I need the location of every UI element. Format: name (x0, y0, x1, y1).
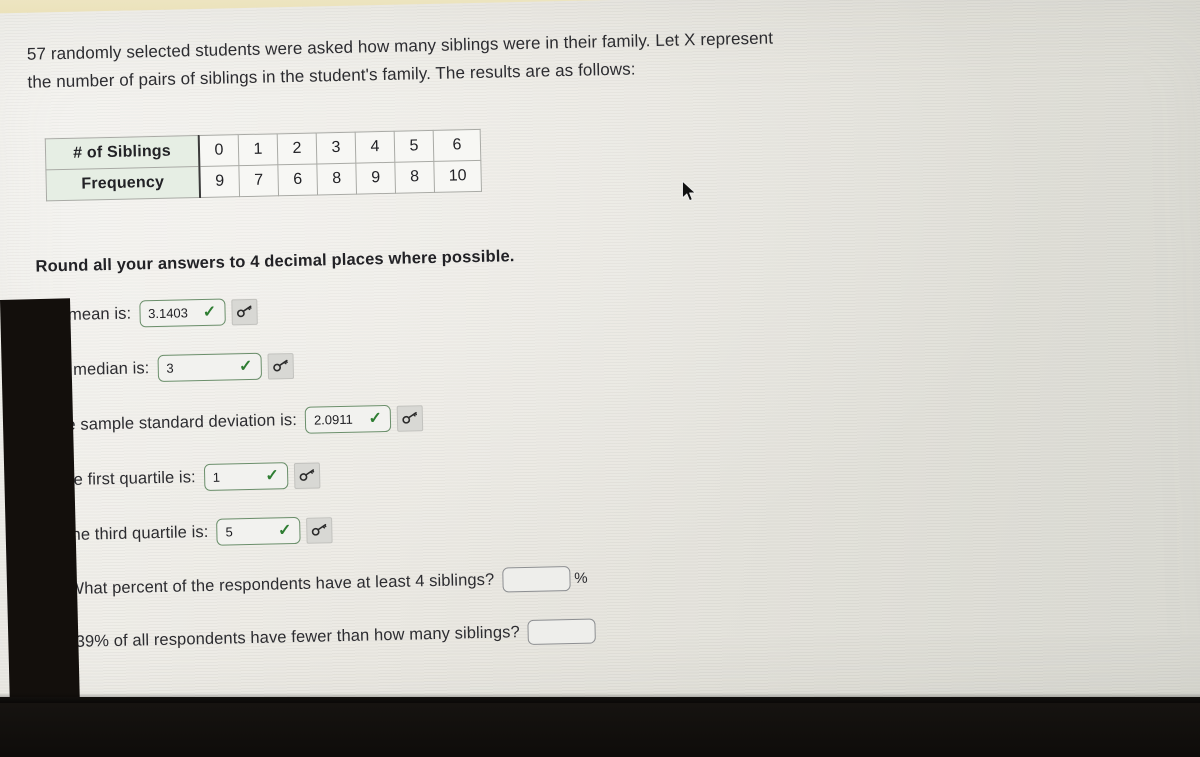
table-cell-siblings-4: 4 (355, 131, 395, 164)
input-first-quartile-value: 1 (212, 469, 221, 485)
input-mean-value: 3.1403 (147, 305, 189, 322)
checkmark-icon: ✓ (368, 409, 383, 427)
key-icon-button-first-quartile[interactable] (293, 461, 321, 489)
table-cell-frequency-1: 7 (238, 164, 279, 197)
label-percent-at-least-4: What percent of the respondents have at … (68, 570, 495, 598)
label-median: The median is: (39, 359, 150, 380)
label-first-quartile: The first quartile is: (53, 468, 196, 490)
checkmark-icon: ✓ (277, 521, 292, 539)
input-standard-deviation-value: 2.0911 (313, 411, 353, 428)
key-icon-button-standard-deviation[interactable] (396, 404, 424, 432)
table-cell-siblings-0: 0 (198, 134, 239, 167)
input-fewer-than-value (537, 631, 587, 632)
input-third-quartile-value: 5 (225, 524, 233, 540)
table-cell-siblings-1: 1 (238, 133, 278, 166)
input-fewer-than[interactable] (527, 618, 597, 645)
checkmark-icon: ✓ (202, 303, 217, 321)
table-cell-frequency-0: 9 (199, 165, 240, 198)
frequency-table: # of Siblings 0 1 2 3 4 5 6 Frequency 9 (44, 128, 483, 202)
table-header-siblings: # of Siblings (45, 135, 200, 170)
input-standard-deviation[interactable]: 2.0911 ✓ (304, 404, 392, 434)
label-third-quartile: The third quartile is: (61, 522, 209, 545)
checkmark-icon: ✓ (265, 466, 279, 485)
answer-row-third-quartile: The third quartile is: 5 ✓ (61, 498, 1167, 549)
table-cell-siblings-6: 6 (433, 129, 481, 162)
answer-row-standard-deviation: The sample standard deviation is: 2.0911… (47, 388, 1165, 439)
rounding-instruction: Round all your answers to 4 decimal plac… (35, 247, 515, 276)
key-icon-button-mean[interactable] (230, 298, 258, 325)
input-median-value: 3 (166, 360, 174, 376)
question-content: 57 randomly selected students were asked… (27, 16, 1171, 683)
answer-row-fewer-than: 39% of all respondents have fewer than h… (75, 606, 1169, 655)
frequency-table-wrapper: # of Siblings 0 1 2 3 4 5 6 Frequency 9 (44, 114, 1160, 202)
label-fewer-than: 39% of all respondents have fewer than h… (75, 623, 520, 651)
checkmark-icon: ✓ (238, 357, 253, 375)
answers-list: The mean is: 3.1403 ✓ The median is: 3 ✓… (32, 278, 1169, 656)
problem-statement: 57 randomly selected students were asked… (27, 23, 858, 97)
key-icon-button-median[interactable] (267, 352, 294, 380)
key-icon-button-third-quartile[interactable] (306, 516, 333, 544)
table-cell-siblings-5: 5 (394, 130, 434, 163)
label-mean: The mean is: (34, 304, 132, 325)
label-standard-deviation: The sample standard deviation is: (46, 410, 298, 435)
percent-sign-label: % (574, 569, 588, 587)
input-mean[interactable]: 3.1403 ✓ (138, 298, 226, 328)
table-cell-siblings-2: 2 (277, 132, 317, 165)
table-cell-frequency-4: 9 (355, 162, 396, 195)
answer-row-first-quartile: The first quartile is: 1 ✓ (54, 443, 1166, 494)
screen-surface: 57 randomly selected students were asked… (0, 0, 1200, 728)
answer-row-mean: The mean is: 3.1403 ✓ (34, 278, 1162, 330)
input-percent-at-least-4[interactable] (501, 566, 571, 593)
table-cell-frequency-2: 6 (277, 163, 318, 196)
table-cell-frequency-3: 8 (316, 163, 357, 195)
table-cell-frequency-6: 10 (433, 160, 482, 193)
table-cell-frequency-5: 8 (394, 161, 435, 194)
table-cell-siblings-3: 3 (316, 132, 356, 164)
table-header-frequency: Frequency (45, 166, 201, 201)
answer-row-median: The median is: 3 ✓ (40, 333, 1164, 385)
input-third-quartile[interactable]: 5 ✓ (216, 516, 301, 546)
input-first-quartile[interactable]: 1 ✓ (203, 462, 289, 492)
answer-row-percent-at-least-4: What percent of the respondents have at … (68, 553, 1168, 602)
input-percent-at-least-4-value (511, 579, 561, 580)
input-median[interactable]: 3 ✓ (157, 352, 262, 382)
photo-frame: 57 randomly selected students were asked… (0, 0, 1200, 757)
